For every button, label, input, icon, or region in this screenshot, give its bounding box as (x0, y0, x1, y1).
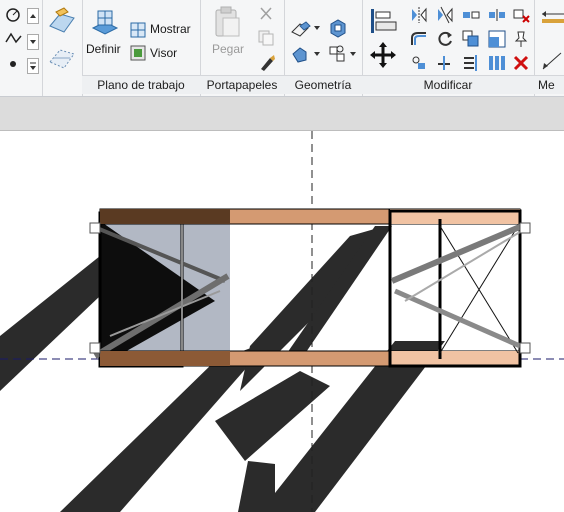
cut-geometry-icon[interactable] (290, 18, 320, 38)
delete-icon[interactable] (512, 54, 530, 72)
brace-right-2 (393, 288, 522, 349)
join-geometry-icon[interactable] (328, 18, 348, 38)
measure-icon[interactable] (540, 10, 564, 26)
trim-single-icon[interactable] (436, 54, 454, 72)
panel-title-geometry: Geometría (284, 75, 362, 94)
end-cap-left-bottom (89, 342, 101, 354)
bottom-beam-light (390, 351, 520, 366)
panel-clipboard: Pegar Portapapeles (200, 0, 285, 96)
wall-join-icon[interactable] (290, 44, 320, 64)
pegar-button[interactable]: Pegar (212, 42, 244, 56)
mirror-axis-icon[interactable] (410, 6, 428, 24)
end-cap-left-top (89, 222, 101, 234)
trim-extend-icon[interactable] (410, 54, 428, 72)
end-cap-right-top (519, 222, 531, 234)
panel-measure: Me (534, 0, 564, 96)
panel-modify: Modificar (362, 0, 535, 96)
paste-icon[interactable] (212, 6, 242, 40)
align-icon[interactable] (368, 6, 398, 36)
bottom-beam-dark (100, 351, 230, 366)
cut-icon[interactable] (258, 6, 274, 22)
options-bar (0, 97, 564, 131)
model-view (0, 131, 564, 512)
offset-icon[interactable] (410, 30, 428, 48)
split-gap-icon[interactable] (488, 6, 506, 24)
panel-geometry: Geometría (284, 0, 363, 96)
spline-tool-icon[interactable] (4, 30, 24, 48)
set-work-plane-icon[interactable] (90, 8, 120, 38)
pin-icon[interactable] (512, 30, 530, 48)
rotate-icon[interactable] (436, 30, 454, 48)
move-icon[interactable] (368, 40, 398, 70)
top-beam-dark (100, 209, 230, 224)
ribbon: Definir Mostrar Visor Plano de trabajo P… (0, 0, 564, 97)
show-work-plane-icon[interactable] (130, 22, 146, 38)
scroll-down-icon[interactable] (27, 34, 39, 50)
panel-title-measure: Me (534, 75, 564, 94)
solid-form-icon[interactable] (46, 6, 78, 36)
expand-gallery-icon[interactable] (27, 58, 39, 74)
array-icon[interactable] (488, 54, 506, 72)
mirror-draw-axis-icon[interactable] (436, 6, 454, 24)
split-face-icon[interactable] (328, 44, 358, 64)
brace-right-3 (404, 225, 531, 302)
brace-right-1 (390, 223, 524, 284)
copy-icon[interactable] (258, 30, 274, 46)
panel-title-modify: Modificar (362, 75, 534, 94)
copy-element-icon[interactable] (462, 30, 480, 48)
aligned-dimension-icon[interactable] (540, 50, 564, 72)
panel-title-clipboard: Portapapeles (200, 75, 284, 94)
point-tool-icon[interactable] (8, 56, 18, 67)
shadow-stub (238, 461, 275, 512)
match-properties-icon[interactable] (258, 54, 276, 72)
definir-button[interactable]: Definir (86, 42, 121, 56)
unpin-icon[interactable] (512, 6, 530, 24)
drawing-canvas[interactable] (0, 131, 564, 512)
visor-button[interactable]: Visor (150, 46, 177, 60)
scroll-up-icon[interactable] (27, 8, 39, 24)
panel-forms (42, 0, 83, 96)
split-element-icon[interactable] (462, 6, 480, 24)
mostrar-button[interactable]: Mostrar (150, 22, 191, 36)
void-form-icon[interactable] (46, 42, 78, 72)
panel-title-work-plane: Plano de trabajo (82, 75, 200, 94)
panel-draw (0, 0, 43, 96)
end-cap-right-bottom (519, 342, 531, 354)
panel-work-plane: Definir Mostrar Visor Plano de trabajo (82, 0, 201, 96)
scale-icon[interactable] (488, 30, 506, 48)
circle-tool-icon[interactable] (4, 6, 22, 24)
trim-multiple-icon[interactable] (462, 54, 480, 72)
viewer-icon[interactable] (130, 45, 146, 61)
shadow-left (0, 256, 100, 391)
